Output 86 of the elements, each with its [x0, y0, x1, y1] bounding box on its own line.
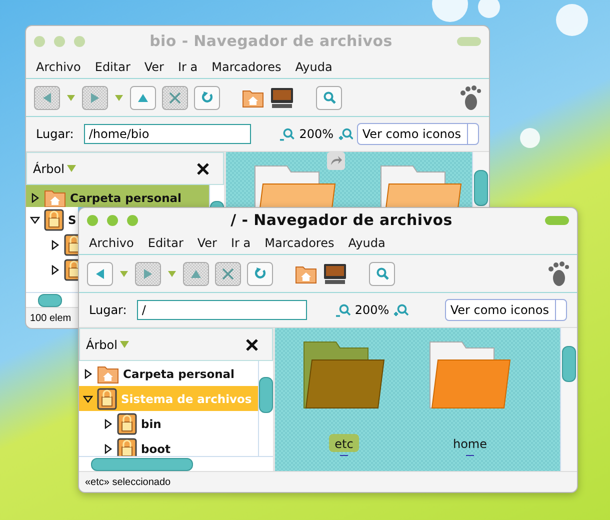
padlock-icon [97, 388, 117, 410]
dropdown-caret-icon[interactable] [119, 270, 129, 278]
vertical-scrollbar[interactable] [258, 361, 273, 456]
up-arrow-icon [137, 92, 149, 104]
location-label: Lugar: [89, 303, 127, 317]
footprint-icon [459, 84, 481, 110]
vertical-scrollbar[interactable] [209, 185, 224, 207]
zoom-level: 200% [354, 303, 390, 317]
status-text: 100 elem [30, 312, 72, 324]
menu-item[interactable]: Ver [197, 236, 217, 250]
computer-icon[interactable] [323, 262, 347, 284]
zoom-in-icon[interactable] [393, 303, 410, 317]
menu-item[interactable]: Archivo [89, 236, 134, 250]
file-name[interactable]: etc [328, 434, 360, 452]
collapsed-triangle-icon[interactable] [50, 240, 60, 250]
back-button[interactable] [87, 262, 113, 286]
menu-item[interactable]: Marcadores [264, 236, 334, 250]
dropdown-caret-icon[interactable] [120, 341, 130, 348]
tree-item-label: S [68, 212, 76, 226]
back-arrow-icon [41, 92, 53, 104]
reload-button[interactable] [247, 262, 273, 286]
sidebar-title[interactable]: Árbol [86, 338, 118, 352]
horizontal-scrollbar[interactable] [79, 456, 273, 471]
reload-icon [254, 267, 266, 280]
underline-mark [466, 455, 474, 456]
file-name[interactable]: home [446, 434, 494, 452]
zoom-level: 200% [299, 127, 334, 141]
underline-mark [340, 455, 348, 456]
search-icon [322, 91, 336, 104]
tree-item[interactable]: bin [79, 411, 258, 436]
tree-item-label: bin [141, 416, 162, 430]
reload-icon [200, 91, 214, 104]
expanded-triangle-icon[interactable] [30, 214, 40, 224]
minimize-button[interactable] [107, 214, 118, 226]
collapsed-triangle-icon[interactable] [83, 368, 93, 378]
view-mode-dropdown[interactable]: Ver como iconos [445, 299, 567, 321]
padlock-icon [117, 438, 137, 456]
bubble [520, 128, 540, 148]
collapsed-triangle-icon[interactable] [30, 192, 40, 202]
tree-item-label: boot [141, 442, 171, 456]
location-field[interactable]: / [136, 300, 307, 320]
back-arrow-icon [94, 268, 106, 280]
menu-item[interactable]: Editar [148, 236, 184, 250]
padlock-icon [117, 412, 137, 434]
bubble [556, 4, 588, 36]
status-text: «etc» seleccionado [85, 476, 171, 488]
vertical-scrollbar[interactable] [472, 152, 489, 207]
expanded-triangle-icon[interactable] [83, 394, 93, 404]
footprint-icon [547, 260, 569, 286]
stop-icon [222, 268, 234, 280]
search-button[interactable] [369, 262, 395, 286]
dropdown-caret-icon[interactable] [167, 270, 177, 278]
padlock-icon [64, 258, 78, 280]
tree-item[interactable]: Carpeta personal [79, 361, 258, 386]
forward-arrow-icon [89, 92, 101, 104]
zoom-out-icon[interactable] [334, 303, 351, 317]
tree-item-label: Carpeta personal [123, 366, 235, 380]
window-title: / - Navegador de archivos [230, 211, 454, 229]
tree-item-label: Carpeta personal [70, 190, 182, 204]
search-icon [376, 267, 388, 280]
home-folder-icon[interactable] [295, 264, 317, 284]
padlock-icon [64, 234, 78, 256]
padlock-icon [44, 208, 64, 230]
collapsed-triangle-icon[interactable] [103, 418, 113, 428]
tree-item[interactable]: Carpeta personal [26, 185, 209, 207]
tree-item-label: Sistema de archivos [121, 392, 252, 406]
home-folder-icon [97, 364, 119, 384]
close-button[interactable] [87, 214, 98, 226]
collapsed-triangle-icon[interactable] [103, 444, 113, 454]
up-arrow-icon [190, 268, 202, 280]
bubble [478, 0, 500, 18]
stop-icon [169, 92, 181, 104]
close-icon[interactable] [197, 162, 209, 174]
location-label: Lugar: [36, 127, 74, 141]
menu-item[interactable]: Ir a [230, 236, 251, 250]
sidebar-title[interactable]: Árbol [33, 162, 64, 176]
dropdown-caret-icon[interactable] [67, 165, 76, 172]
horizontal-scrollbar[interactable] [26, 292, 78, 307]
window-title: bio - Navegador de archivos [148, 32, 394, 50]
window-menu-button[interactable] [545, 216, 569, 224]
close-icon[interactable] [246, 338, 258, 350]
maximize-button[interactable] [127, 214, 138, 226]
collapsed-triangle-icon[interactable] [50, 264, 60, 274]
vertical-scrollbar[interactable] [560, 328, 577, 471]
forward-arrow-icon [142, 268, 154, 280]
menu-item[interactable]: Ayuda [348, 236, 386, 250]
